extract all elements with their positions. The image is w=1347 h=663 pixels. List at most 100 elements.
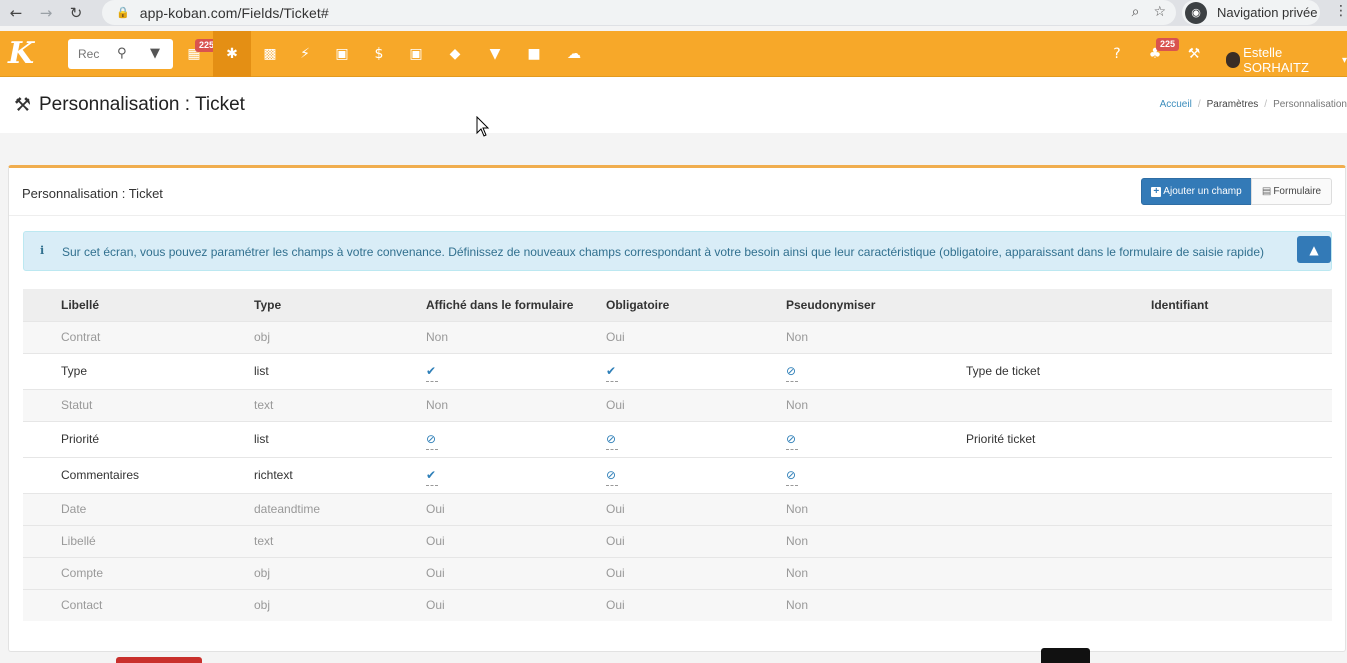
- header-label[interactable]: Libellé: [61, 289, 254, 321]
- cell-label: Type: [61, 352, 254, 389]
- user-name: Estelle SORHAITZ: [1243, 45, 1309, 75]
- kebab-icon[interactable]: ⋮: [1334, 3, 1347, 19]
- cell-identifier: [1151, 588, 1332, 621]
- row-spacer: [23, 352, 61, 389]
- table-row[interactable]: Statut text Non Oui Non: [23, 388, 1332, 421]
- bell-icon[interactable]: ♣ 225: [1136, 31, 1180, 77]
- page-title: Personnalisation : Ticket: [39, 94, 245, 115]
- asterisk-icon[interactable]: ✱: [213, 31, 251, 77]
- ban-icon[interactable]: ⊘: [786, 364, 799, 382]
- document-icon: ▤: [1261, 186, 1272, 197]
- cell-name: [966, 492, 1151, 525]
- cell-label: Priorité: [61, 420, 254, 457]
- zoom-icon[interactable]: ⌕: [1132, 4, 1140, 20]
- help-icon[interactable]: ?: [1098, 31, 1136, 77]
- cell-identifier: [1151, 320, 1332, 353]
- table-row[interactable]: Type list ✔ ✔ ⊘ Type de ticket: [23, 352, 1332, 389]
- forward-icon[interactable]: →: [38, 4, 54, 22]
- fields-box: Personnalisation : Ticket + Ajouter un ch…: [8, 165, 1346, 652]
- table-row[interactable]: Compte obj Oui Oui Non: [23, 556, 1332, 589]
- form-button[interactable]: ▤ Formulaire: [1251, 178, 1332, 205]
- megaphone-icon[interactable]: ▼: [476, 31, 514, 77]
- breadcrumb: Accueil / Paramètres / Personnalisation: [1159, 99, 1347, 110]
- ban-icon[interactable]: ⊘: [426, 432, 439, 450]
- money-icon[interactable]: ▣: [323, 31, 361, 77]
- table-row[interactable]: Commentaires richtext ✔ ⊘ ⊘: [23, 456, 1332, 493]
- page-header: ⚒ Personnalisation : Ticket Accueil / Para…: [0, 77, 1347, 133]
- cell-type: dateandtime: [254, 492, 426, 525]
- cell-form: Oui: [426, 556, 606, 589]
- header-name: [966, 289, 1151, 321]
- red-button-fragment[interactable]: [116, 657, 202, 663]
- ban-icon[interactable]: ⊘: [606, 468, 619, 486]
- cell-name: [966, 456, 1151, 493]
- search-icon[interactable]: ⚲: [117, 46, 127, 61]
- header-type[interactable]: Type: [254, 289, 426, 321]
- ban-icon[interactable]: ⊘: [606, 432, 619, 450]
- cell-required: Oui: [606, 588, 786, 621]
- table-row[interactable]: Contact obj Oui Oui Non: [23, 588, 1332, 621]
- reload-icon[interactable]: ↻: [68, 4, 84, 22]
- cell-identifier: [1151, 524, 1332, 557]
- cell-identifier: [1151, 556, 1332, 589]
- building-icon[interactable]: ▩: [251, 31, 289, 77]
- ban-icon[interactable]: ⊘: [786, 432, 799, 450]
- header-identifier[interactable]: Identifiant: [1151, 289, 1332, 321]
- filter-icon[interactable]: ▼: [150, 46, 160, 61]
- incognito-indicator[interactable]: ◉ Navigation privée: [1182, 0, 1320, 25]
- address-bar[interactable]: 🔒 app-koban.com/Fields/Ticket# ⌕ ☆: [102, 0, 1176, 25]
- search-box: ⚲ ▼: [68, 39, 173, 69]
- star-icon[interactable]: ☆: [1153, 4, 1166, 20]
- cell-label: Libellé: [61, 524, 254, 557]
- cell-pseudo: Non: [786, 588, 966, 621]
- header-required[interactable]: Obligatoire: [606, 289, 786, 321]
- ban-icon[interactable]: ⊘: [786, 468, 799, 486]
- wrench-icon[interactable]: ⚒: [1175, 31, 1213, 77]
- tag-icon[interactable]: ◆: [436, 31, 474, 77]
- cell-label: Date: [61, 492, 254, 525]
- dollar-icon[interactable]: $: [360, 31, 398, 77]
- cloud-icon[interactable]: ☁: [555, 31, 593, 77]
- info-icon: i: [40, 244, 45, 257]
- briefcase-icon[interactable]: ▣: [397, 31, 435, 77]
- koban-logo[interactable]: K: [8, 39, 40, 69]
- puzzle-icon[interactable]: ■: [515, 31, 553, 77]
- cell-type: obj: [254, 556, 426, 589]
- header-pseudo[interactable]: Pseudonymiser: [786, 289, 966, 321]
- header-form[interactable]: Affiché dans le formulaire: [426, 289, 606, 321]
- graduation-cap-button[interactable]: ▲: [1297, 236, 1331, 263]
- user-menu[interactable]: Estelle SORHAITZ ▾: [1226, 45, 1347, 75]
- table-row[interactable]: Libellé text Oui Oui Non: [23, 524, 1332, 557]
- chevron-down-icon: ▾: [1341, 54, 1347, 66]
- row-spacer: [23, 588, 61, 621]
- cell-type: list: [254, 352, 426, 389]
- search-input[interactable]: [78, 47, 112, 61]
- table-row[interactable]: Priorité list ⊘ ⊘ ⊘ Priorité ticket: [23, 420, 1332, 457]
- cell-label: Commentaires: [61, 456, 254, 493]
- cell-type: obj: [254, 320, 426, 353]
- cell-name: [966, 588, 1151, 621]
- add-field-button[interactable]: + Ajouter un champ: [1141, 178, 1252, 205]
- table-row[interactable]: Date dateandtime Oui Oui Non: [23, 492, 1332, 525]
- calendar-icon[interactable]: ▦ 225: [175, 31, 219, 77]
- breadcrumb-home[interactable]: Accueil: [1160, 99, 1192, 110]
- check-icon[interactable]: ✔: [426, 364, 439, 382]
- cell-required: Oui: [606, 320, 786, 353]
- cell-form: ✔: [426, 456, 606, 493]
- bolt-icon[interactable]: ⚡: [286, 31, 324, 77]
- cell-form: Non: [426, 388, 606, 421]
- cell-name: [966, 556, 1151, 589]
- cell-form: Oui: [426, 524, 606, 557]
- breadcrumb-settings[interactable]: Paramètres: [1207, 99, 1259, 110]
- check-icon[interactable]: ✔: [606, 364, 619, 382]
- cell-required: ⊘: [606, 456, 786, 493]
- dark-widget-fragment[interactable]: [1041, 648, 1090, 663]
- back-icon[interactable]: ←: [8, 4, 24, 22]
- cell-required: Oui: [606, 524, 786, 557]
- cell-type: list: [254, 420, 426, 457]
- check-icon[interactable]: ✔: [426, 468, 439, 486]
- row-spacer: [23, 524, 61, 557]
- table-row[interactable]: Contrat obj Non Oui Non: [23, 320, 1332, 353]
- url-text[interactable]: app-koban.com/Fields/Ticket#: [140, 5, 329, 21]
- cell-identifier: [1151, 388, 1332, 421]
